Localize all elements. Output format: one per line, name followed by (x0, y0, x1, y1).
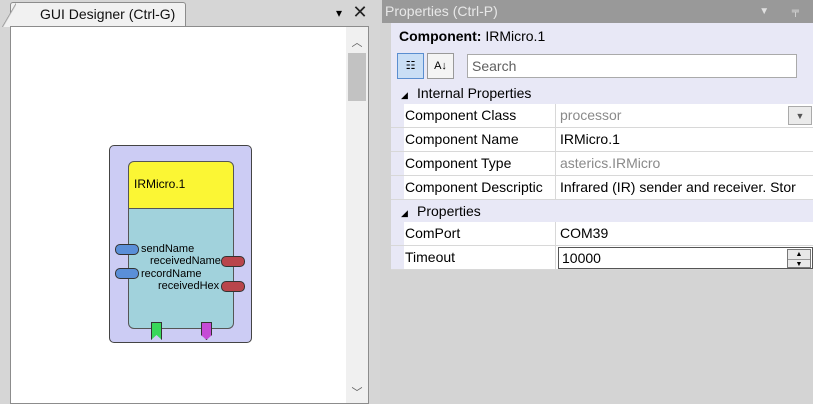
component-name-value: IRMicro.1 (485, 28, 546, 44)
properties-titlebar: Properties (Ctrl-P) ▼ ╤ (382, 0, 813, 23)
property-name: Component Class (404, 104, 556, 127)
property-value[interactable]: COM39 (556, 222, 813, 245)
output-port-receivedname[interactable] (221, 256, 245, 267)
component-header: Component: IRMicro.1 (391, 23, 813, 50)
numeric-spinner[interactable]: ▲ ▼ (787, 249, 811, 268)
collapse-triangle-icon[interactable]: ◢ (401, 202, 417, 224)
designer-vertical-scrollbar[interactable]: ︿ ﹀ (346, 27, 368, 403)
property-value[interactable]: IRMicro.1 (556, 128, 813, 151)
property-value-text: processor (560, 107, 622, 123)
window-position-menu-icon[interactable]: ▾ (333, 6, 345, 20)
component-title: IRMicro.1 (128, 161, 234, 209)
close-icon[interactable]: ✕ (352, 2, 368, 22)
property-row-timeout[interactable]: Timeout 10000 ▲ ▼ (391, 246, 813, 270)
component-label: Component: (399, 28, 482, 44)
input-port-recordname[interactable] (115, 268, 139, 279)
input-port-label: sendName (141, 243, 195, 255)
scrollbar-thumb[interactable] (348, 53, 366, 101)
property-row-comport[interactable]: ComPort COM39 (391, 222, 813, 246)
property-row-component-type[interactable]: Component Type asterics.IRMicro (391, 152, 813, 176)
gui-designer-panel: GUI Designer (Ctrl-G) ▾ ✕ IRMicro.1 send… (0, 0, 380, 404)
properties-toolbar: ☷ A↓ (391, 50, 813, 82)
output-port-label: receivedHex (158, 280, 220, 292)
category-internal-properties[interactable]: ◢ Internal Properties (391, 82, 813, 104)
designer-canvas-frame: IRMicro.1 sendName receivedName recordNa… (10, 26, 369, 404)
timeout-value: 10000 (562, 250, 601, 266)
spin-up-icon[interactable]: ▲ (788, 250, 810, 259)
property-row-component-class[interactable]: Component Class processor ▼ (391, 104, 813, 128)
output-port-receivedhex[interactable] (221, 281, 245, 292)
categorized-view-icon[interactable]: ☷ (397, 53, 424, 79)
property-value[interactable]: 10000 ▲ ▼ (556, 246, 813, 269)
event-trigger-port[interactable] (201, 322, 212, 340)
property-grid: ◢ Internal Properties Component Class pro… (391, 82, 813, 270)
output-port-label: receivedName (150, 255, 221, 267)
property-row-component-description[interactable]: Component Descriptic Infrared (IR) sende… (391, 176, 813, 200)
property-value[interactable]: asterics.IRMicro (556, 152, 813, 175)
panel-menu-icons[interactable]: ▼ ╤ (759, 0, 809, 23)
input-port-label: recordName (141, 268, 202, 280)
search-input[interactable] (467, 54, 797, 78)
property-name: Timeout (404, 246, 556, 269)
scroll-down-icon[interactable]: ﹀ (346, 383, 368, 403)
category-label: Internal Properties (417, 85, 532, 101)
alphabetical-sort-icon[interactable]: A↓ (427, 53, 454, 79)
properties-panel: Properties (Ctrl-P) ▼ ╤ Component: IRMic… (382, 0, 813, 404)
collapse-triangle-icon[interactable]: ◢ (401, 84, 417, 106)
property-row-component-name[interactable]: Component Name IRMicro.1 (391, 128, 813, 152)
properties-title: Properties (Ctrl-P) (385, 3, 498, 19)
category-properties[interactable]: ◢ Properties (391, 200, 813, 222)
property-name: Component Descriptic (404, 176, 556, 199)
input-port-sendname[interactable] (115, 244, 139, 255)
timeout-numeric-input[interactable]: 10000 ▲ ▼ (558, 247, 813, 269)
property-value[interactable]: Infrared (IR) sender and receiver. Stor (556, 176, 813, 199)
tab-gui-designer[interactable]: GUI Designer (Ctrl-G) (2, 2, 186, 27)
designer-canvas[interactable]: IRMicro.1 sendName receivedName recordNa… (11, 27, 346, 403)
dropdown-arrow-icon[interactable]: ▼ (788, 106, 812, 125)
event-listener-port[interactable] (151, 322, 162, 340)
component-irmicro[interactable]: IRMicro.1 sendName receivedName recordNa… (109, 145, 252, 343)
property-name: Component Type (404, 152, 556, 175)
scroll-up-icon[interactable]: ︿ (346, 33, 368, 53)
properties-content: Component: IRMicro.1 ☷ A↓ ◢Internal Prop… (391, 23, 813, 404)
property-name: ComPort (404, 222, 556, 245)
property-value[interactable]: processor ▼ (556, 104, 813, 127)
category-label: Properties (417, 203, 481, 219)
property-name: Component Name (404, 128, 556, 151)
spin-down-icon[interactable]: ▼ (788, 259, 810, 268)
